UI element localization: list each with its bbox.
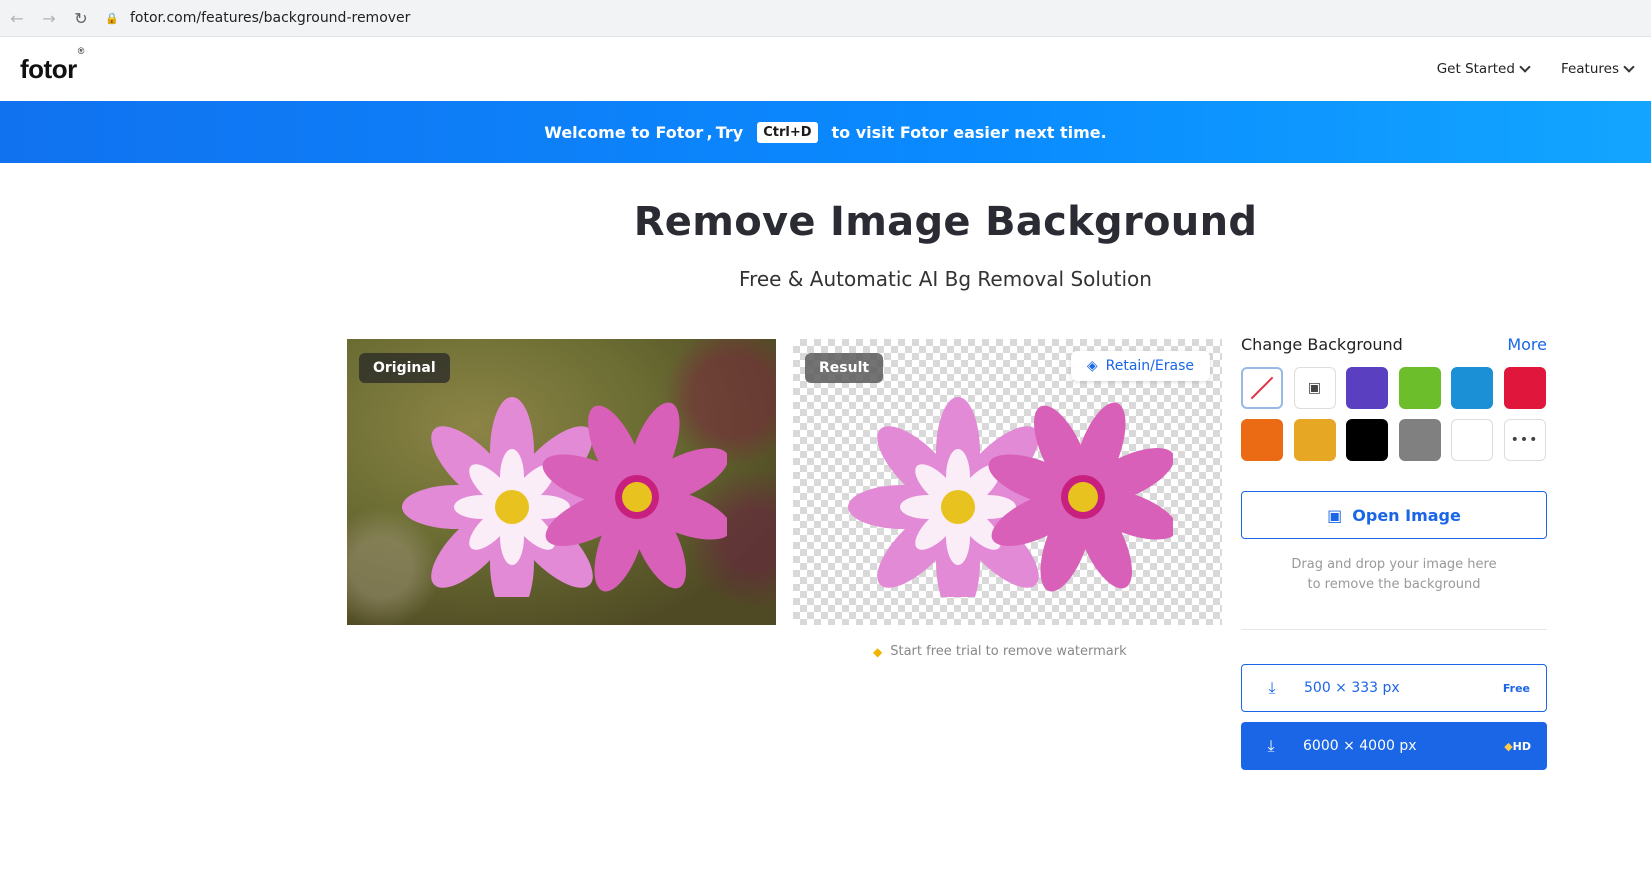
original-label: Original <box>359 353 450 383</box>
forward-arrow-icon[interactable]: → <box>34 3 64 33</box>
original-image: Original <box>347 339 776 625</box>
chevron-down-icon <box>1623 61 1635 73</box>
color-swatch[interactable] <box>1346 419 1388 461</box>
banner-prefix: Welcome to Fotor , Try <box>544 122 744 142</box>
open-image-button[interactable]: ▣ Open Image <box>1241 491 1547 539</box>
lock-icon: 🔒 <box>105 11 119 25</box>
image-icon: ▣ <box>1327 505 1343 525</box>
result-label: Result <box>805 353 884 383</box>
reload-icon[interactable]: ↻ <box>66 3 96 33</box>
download-icon: ⤓ <box>1268 678 1276 697</box>
back-arrow-icon[interactable]: ← <box>2 3 32 33</box>
watermark-note[interactable]: ◆ Start free trial to remove watermark <box>873 644 1127 659</box>
change-background-panel: Change Background More ▣ ••• ▣ Open Image… <box>1241 335 1547 770</box>
url-text: fotor.com/features/background-remover <box>130 10 411 26</box>
no-background-swatch[interactable] <box>1241 367 1283 409</box>
divider <box>1241 629 1547 630</box>
image-plus-icon: ▣ <box>1307 380 1322 396</box>
shortcut-key: Ctrl+D <box>757 121 818 143</box>
hd-badge: ◆HD <box>1504 739 1531 753</box>
cutout-flower-photo <box>847 397 1173 597</box>
download-icon: ⤓ <box>1267 736 1275 755</box>
download-hd-button[interactable]: ⤓ 6000 × 4000 px ◆HD <box>1241 722 1547 770</box>
site-header: fotor® Get Started Features <box>0 37 1651 101</box>
drop-hint: Drag and drop your image here to remove … <box>1291 557 1497 592</box>
color-swatch[interactable] <box>1451 419 1493 461</box>
eraser-icon: ◈ <box>1086 358 1098 374</box>
chevron-down-icon <box>1519 61 1531 73</box>
color-swatch[interactable] <box>1451 367 1493 409</box>
color-swatch[interactable] <box>1346 367 1388 409</box>
page-subtitle: Free & Automatic AI Bg Removal Solution <box>739 267 1152 291</box>
color-swatch[interactable] <box>1503 367 1546 409</box>
color-swatch[interactable] <box>1398 367 1441 409</box>
image-background-swatch[interactable]: ▣ <box>1293 367 1336 409</box>
welcome-banner: Welcome to Fotor , Try Ctrl+D to visit F… <box>0 101 1651 163</box>
page-title: Remove Image Background <box>633 199 1258 245</box>
browser-toolbar: ← → ↻ 🔒 fotor.com/features/background-re… <box>0 0 1651 37</box>
banner-suffix: to visit Fotor easier next time. <box>831 122 1107 142</box>
more-dots-icon: ••• <box>1510 432 1539 448</box>
fotor-logo[interactable]: fotor® <box>20 46 84 85</box>
download-free-button[interactable]: ⤓ 500 × 333 px Free <box>1241 664 1547 712</box>
free-badge: Free <box>1502 681 1530 695</box>
color-swatch[interactable] <box>1241 419 1283 461</box>
nav-features[interactable]: Features <box>1561 61 1635 77</box>
background-swatches: ▣ ••• <box>1241 367 1547 461</box>
more-colors-swatch[interactable]: ••• <box>1503 419 1546 461</box>
color-swatch[interactable] <box>1293 419 1336 461</box>
top-nav: Get Started Features <box>1437 61 1635 77</box>
nav-get-started[interactable]: Get Started <box>1437 61 1531 77</box>
address-bar[interactable]: 🔒 fotor.com/features/background-remover <box>104 3 1651 33</box>
result-image: Result ◈ Retain/Erase <box>793 339 1222 625</box>
more-link[interactable]: More <box>1507 335 1547 354</box>
retain-erase-button[interactable]: ◈ Retain/Erase <box>1070 351 1210 381</box>
flower-photo <box>401 397 727 597</box>
preview-area: Original Result ◈ Retain/Erase <box>347 339 1222 625</box>
diamond-icon: ◆ <box>873 644 883 659</box>
color-swatch[interactable] <box>1398 419 1441 461</box>
change-background-title: Change Background <box>1241 335 1403 354</box>
